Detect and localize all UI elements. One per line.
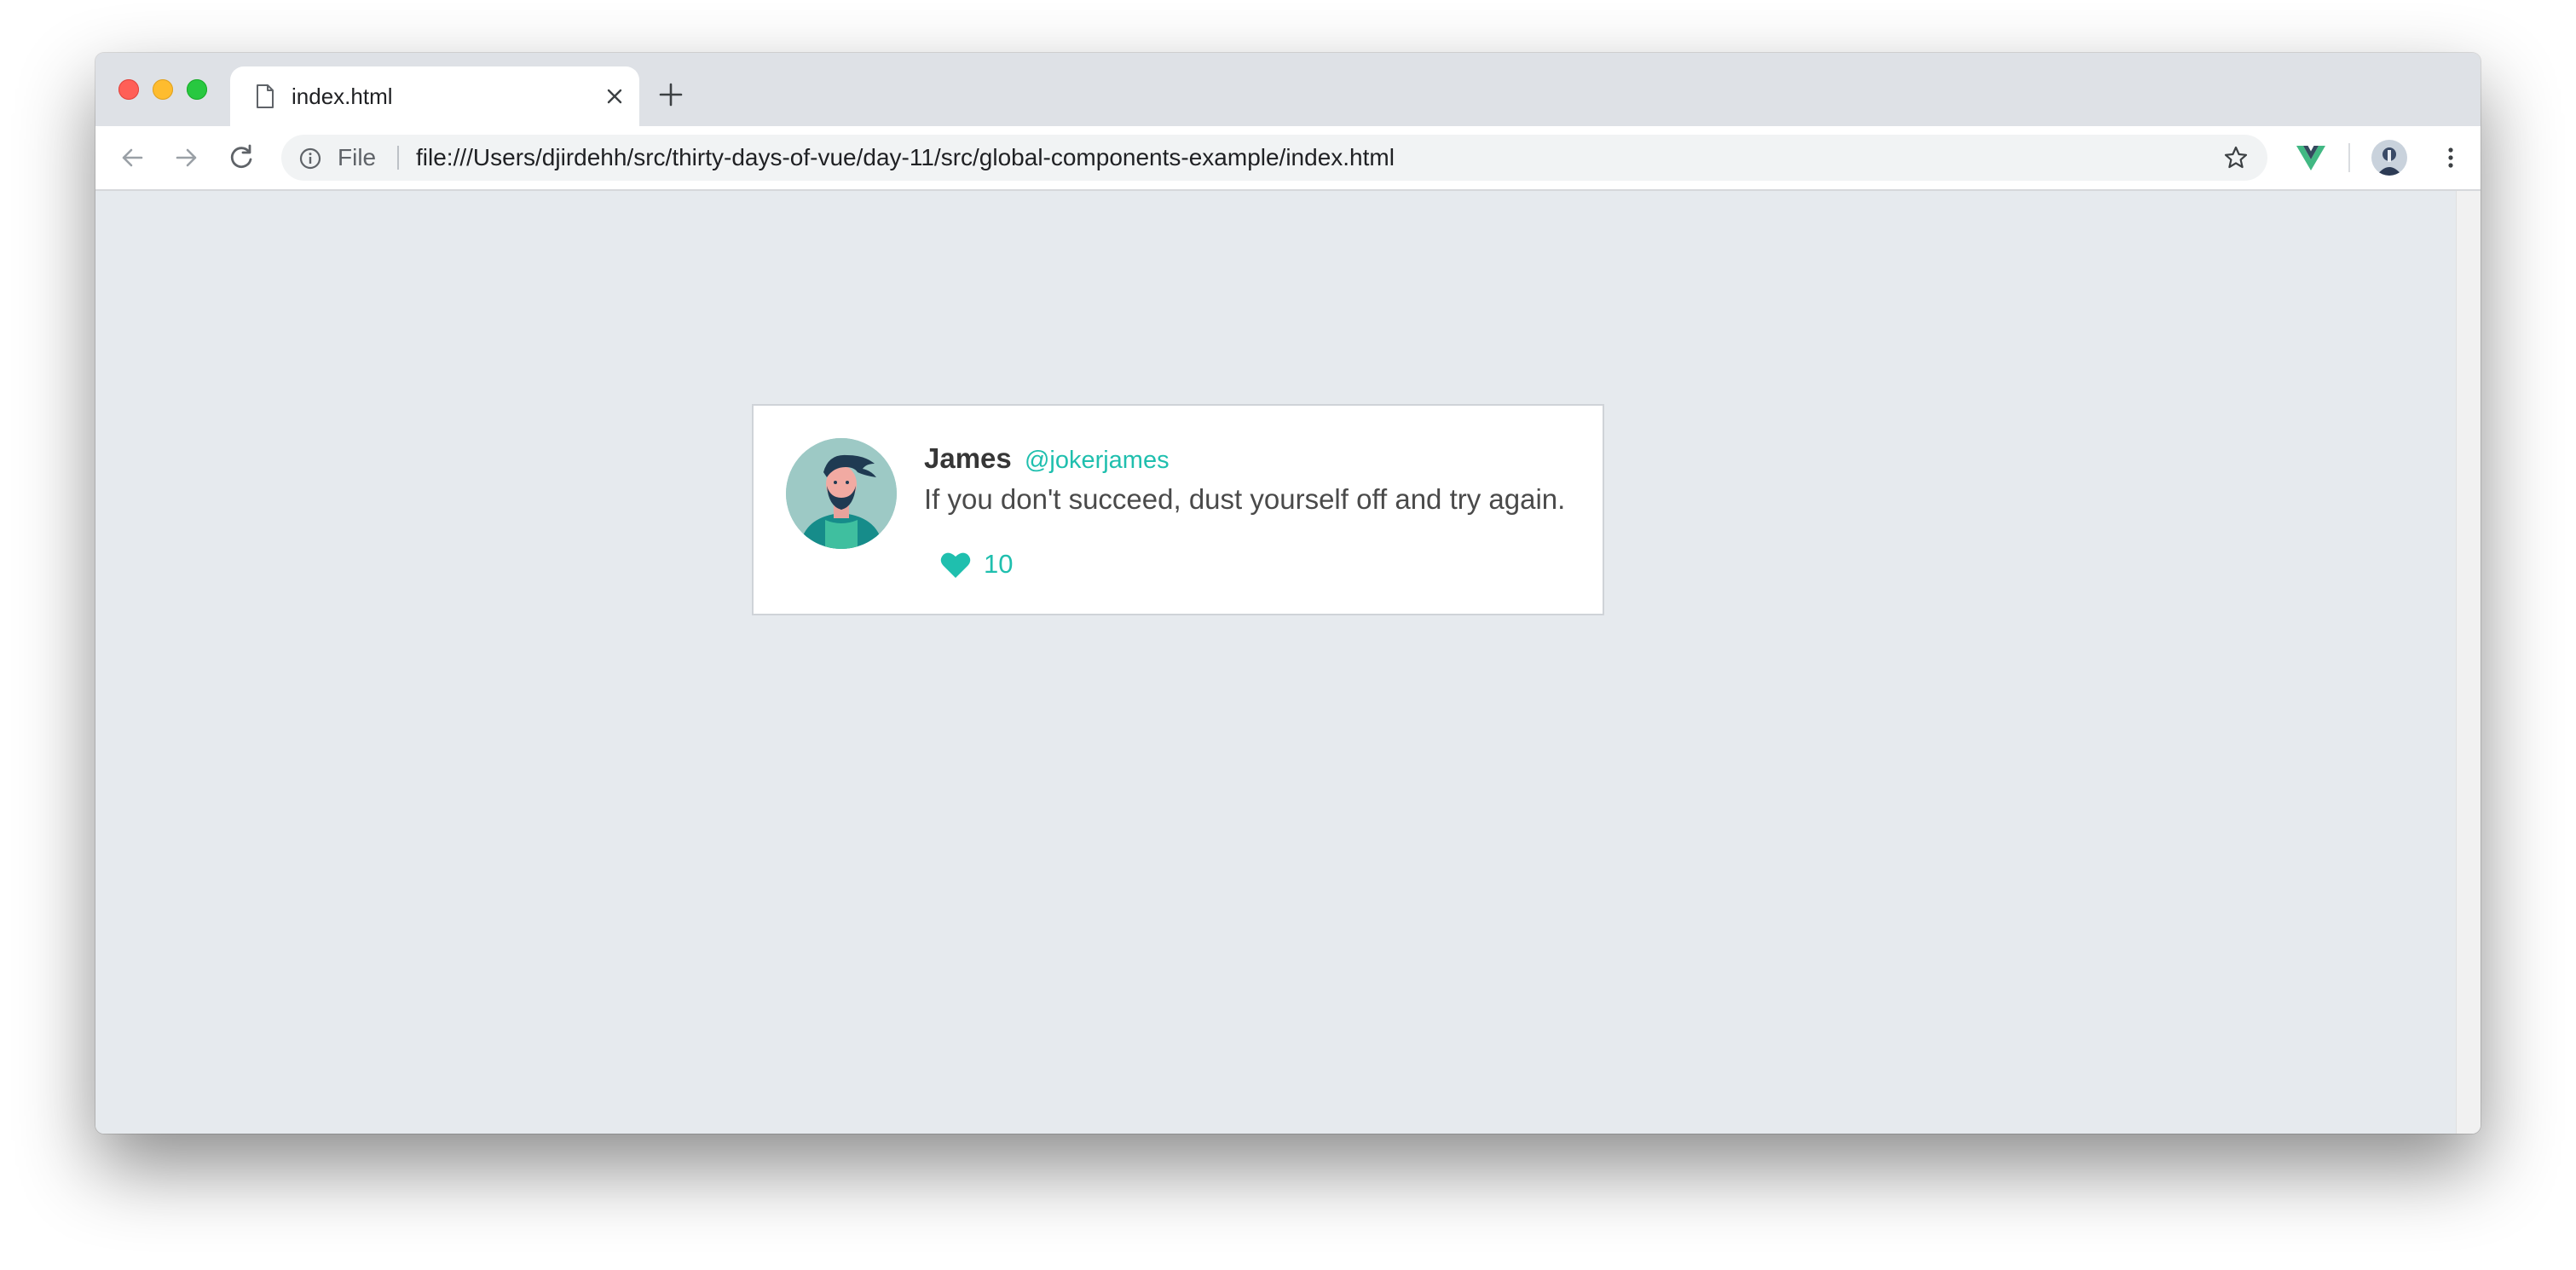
heart-icon[interactable] [939,551,972,580]
toolbar-separator [2348,143,2350,172]
tweet-card: James @jokerjames If you don't succeed, … [752,404,1604,615]
info-icon[interactable] [298,147,322,170]
tweet-body: James @jokerjames If you don't succeed, … [924,442,1565,517]
bearded-man-icon [786,438,897,549]
omnibox-separator [397,146,399,170]
like-count: 10 [984,549,1014,579]
tab-strip: index.html [95,53,2481,126]
address-bar[interactable]: File file:///Users/djirdehh/src/thirty-d… [281,135,2267,181]
tab-title: index.html [292,84,393,109]
document-icon [257,84,274,108]
close-tab-icon[interactable] [604,85,626,107]
author-name: James [924,442,1012,474]
page-viewport [95,191,2457,1134]
new-tab-icon[interactable] [658,82,684,107]
scheme-label: File [338,144,377,170]
browser-toolbar: File file:///Users/djirdehh/src/thirty-d… [95,126,2481,191]
vue-devtools-icon[interactable] [2295,141,2327,174]
minimize-window-button[interactable] [153,79,173,100]
bookmark-star-icon[interactable] [2223,145,2249,170]
user-avatar [786,438,897,549]
url-text[interactable]: file:///Users/djirdehh/src/thirty-days-o… [416,145,1395,170]
tweet-message: If you don't succeed, dust yourself off … [924,483,1566,515]
more-menu-icon[interactable] [2434,141,2467,174]
profile-picture-icon [2371,140,2407,176]
back-arrow-icon[interactable] [116,141,148,174]
close-window-button[interactable] [118,79,139,100]
zoom-window-button[interactable] [187,79,207,100]
forward-arrow-icon[interactable] [170,141,203,174]
reload-icon[interactable] [225,141,257,174]
author-handle[interactable]: @jokerjames [1025,447,1170,474]
author-line: James @jokerjames [924,442,1565,477]
profile-avatar[interactable] [2371,140,2407,176]
tab-index-html[interactable]: index.html [230,66,639,126]
vertical-scrollbar[interactable] [2456,191,2481,1134]
